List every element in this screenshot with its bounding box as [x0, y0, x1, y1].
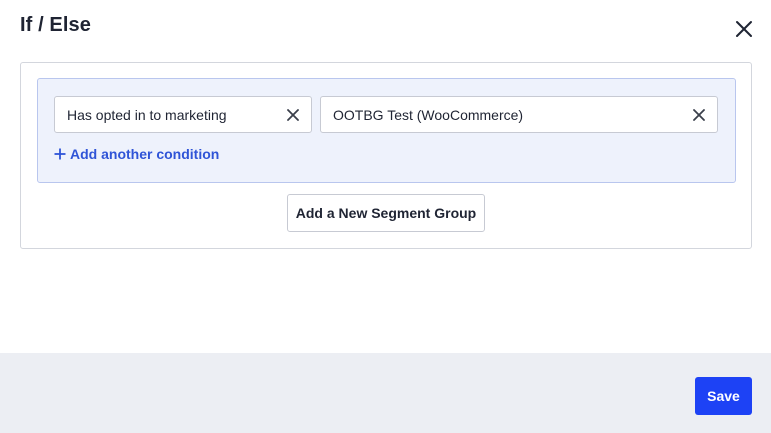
segment-group: Has opted in to marketing OOTBG Test (Wo… [37, 78, 736, 183]
add-condition-label: Add another condition [70, 146, 220, 162]
close-icon [736, 21, 752, 37]
segment-container: Has opted in to marketing OOTBG Test (Wo… [20, 62, 752, 249]
remove-condition-icon[interactable] [287, 108, 299, 121]
add-condition-link[interactable]: Add another condition [54, 146, 219, 162]
add-segment-group-button[interactable]: Add a New Segment Group [287, 194, 485, 232]
condition-pill[interactable]: OOTBG Test (WooCommerce) [320, 96, 718, 133]
modal-footer: Save [0, 353, 771, 433]
save-button[interactable]: Save [695, 377, 752, 415]
condition-label: OOTBG Test (WooCommerce) [333, 106, 524, 123]
if-else-modal: If / Else Has opted in to marketing OOTB… [0, 0, 771, 433]
close-button[interactable] [733, 18, 755, 40]
modal-title: If / Else [20, 14, 91, 36]
plus-icon [54, 148, 66, 160]
remove-condition-icon[interactable] [693, 108, 705, 121]
condition-pill[interactable]: Has opted in to marketing [54, 96, 312, 133]
condition-label: Has opted in to marketing [67, 106, 227, 123]
